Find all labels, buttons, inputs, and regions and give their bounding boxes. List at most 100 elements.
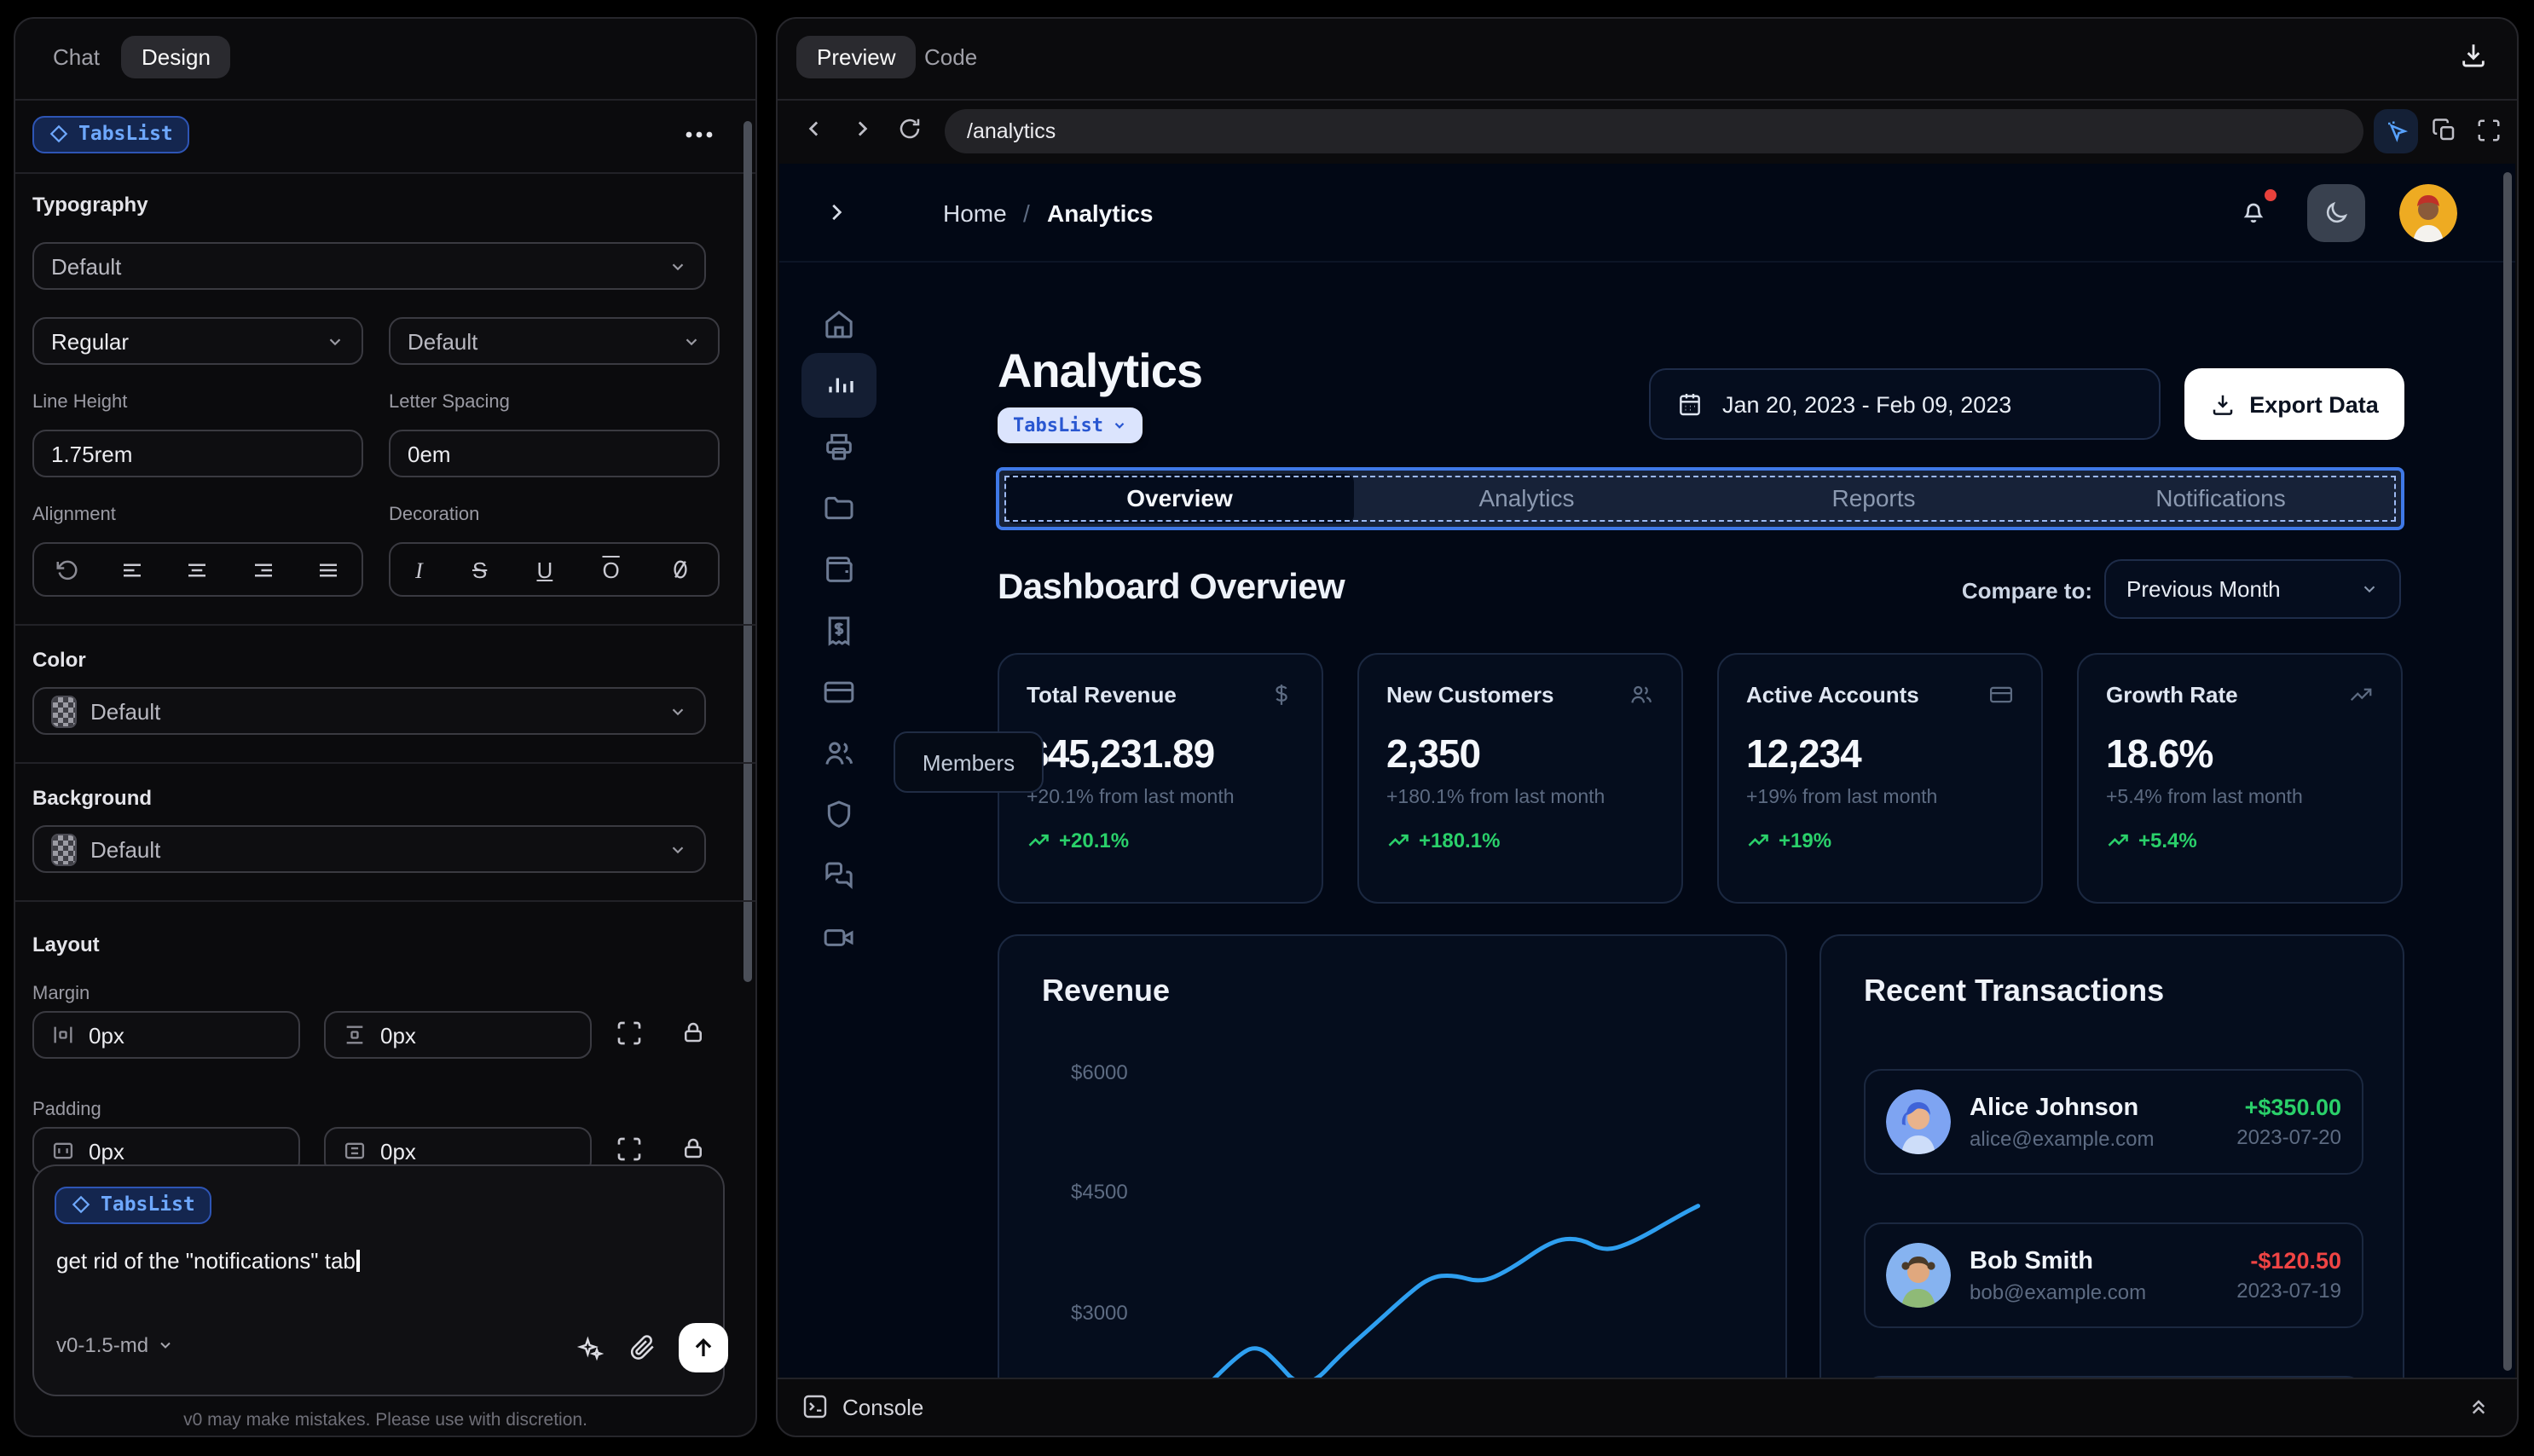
sidebar-item-video[interactable] bbox=[822, 921, 856, 955]
trending-up-icon bbox=[1388, 834, 1409, 846]
user-avatar[interactable] bbox=[2399, 184, 2457, 242]
margin-lock-button[interactable] bbox=[680, 1020, 706, 1045]
selected-component-pill[interactable]: TabsList bbox=[998, 407, 1143, 443]
align-left-button[interactable] bbox=[119, 557, 145, 582]
preview-panel: Preview Code /analytics Home / Analytics bbox=[776, 17, 2519, 1437]
align-right-button[interactable] bbox=[251, 557, 276, 582]
color-select[interactable]: Default bbox=[32, 687, 706, 735]
compare-select[interactable]: Previous Month bbox=[2104, 559, 2401, 619]
transaction-date: 2023-07-19 bbox=[2236, 1279, 2341, 1303]
trending-up-icon bbox=[1028, 834, 1049, 846]
overline-button[interactable]: O bbox=[602, 558, 619, 581]
chevrons-up-icon bbox=[2472, 1400, 2485, 1414]
align-center-button[interactable] bbox=[185, 557, 211, 582]
padding-lock-button[interactable] bbox=[680, 1135, 706, 1161]
tab-code[interactable]: Code bbox=[904, 36, 998, 78]
design-sidebar-header: Chat Design bbox=[15, 19, 755, 99]
sidebar-item-projects[interactable] bbox=[822, 491, 856, 525]
tab-chat[interactable]: Chat bbox=[32, 36, 120, 78]
notifications-bell-button[interactable] bbox=[2239, 198, 2268, 227]
sidebar-item-reports[interactable] bbox=[822, 430, 856, 464]
messages-icon bbox=[825, 862, 853, 890]
design-mode-cursor-button[interactable] bbox=[2374, 109, 2418, 153]
chevron-down-icon bbox=[2363, 586, 2375, 593]
font-size-select[interactable]: Default bbox=[389, 317, 720, 365]
model-select[interactable]: v0-1.5-md bbox=[56, 1333, 174, 1357]
tab-overview[interactable]: Overview bbox=[1006, 474, 1353, 523]
component-chip[interactable]: TabsList bbox=[32, 116, 190, 153]
composer-component-chip[interactable]: TabsList bbox=[55, 1187, 212, 1224]
transactions-title: Recent Transactions bbox=[1864, 974, 2165, 1008]
members-tooltip: Members bbox=[894, 731, 1044, 793]
page-title: Analytics bbox=[998, 344, 1203, 397]
bar-chart-icon bbox=[829, 378, 853, 393]
bell-icon bbox=[2243, 203, 2264, 223]
date-range-picker[interactable]: Jan 20, 2023 - Feb 09, 2023 bbox=[1649, 368, 2161, 440]
sidebar-scrollbar[interactable] bbox=[743, 121, 752, 982]
sidebar-item-cards[interactable] bbox=[822, 675, 856, 709]
margin-x-input[interactable]: 0px bbox=[32, 1011, 300, 1059]
font-weight-select[interactable]: Regular bbox=[32, 317, 363, 365]
sidebar-item-messages[interactable] bbox=[822, 859, 856, 893]
nav-back-button[interactable] bbox=[801, 116, 827, 142]
prompt-input[interactable]: get rid of the "notifications" tab bbox=[56, 1248, 360, 1274]
align-justify-button[interactable] bbox=[316, 557, 342, 582]
attach-file-button[interactable] bbox=[628, 1333, 657, 1362]
download-icon bbox=[2213, 394, 2233, 414]
margin-y-input[interactable]: 0px bbox=[324, 1011, 592, 1059]
font-family-select[interactable]: Default bbox=[32, 242, 706, 290]
url-input[interactable]: /analytics bbox=[945, 109, 2363, 153]
refresh-button[interactable] bbox=[897, 116, 923, 142]
disclaimer-text: v0 may make mistakes. Please use with di… bbox=[183, 1410, 587, 1430]
more-menu-button[interactable] bbox=[684, 123, 714, 147]
margin-expand-button[interactable] bbox=[616, 1020, 643, 1047]
padding-expand-button[interactable] bbox=[616, 1135, 643, 1163]
sidebar-item-invoices[interactable] bbox=[822, 614, 856, 648]
reset-alignment-button[interactable] bbox=[54, 557, 79, 582]
tab-notifications[interactable]: Notifications bbox=[2047, 474, 2394, 523]
sidebar-item-members[interactable] bbox=[822, 737, 856, 771]
transaction-name: Bob Smith bbox=[1970, 1247, 2093, 1274]
line-height-input[interactable]: 1.75rem bbox=[32, 430, 363, 477]
preview-scrollbar[interactable] bbox=[2503, 172, 2512, 1371]
tab-analytics[interactable]: Analytics bbox=[1353, 474, 1700, 523]
download-icon bbox=[2462, 44, 2485, 67]
users-icon bbox=[1631, 685, 1652, 703]
console-expand-button[interactable] bbox=[2466, 1393, 2491, 1418]
transaction-row[interactable]: Alice Johnson alice@example.com +$350.00… bbox=[1864, 1069, 2363, 1175]
transaction-row[interactable]: Bob Smith bob@example.com -$120.50 2023-… bbox=[1864, 1222, 2363, 1328]
console-bar[interactable]: Console bbox=[778, 1378, 2517, 1436]
sidebar-toggle-button[interactable] bbox=[824, 199, 849, 225]
underline-button[interactable]: U bbox=[537, 558, 553, 581]
letter-spacing-input[interactable]: 0em bbox=[389, 430, 720, 477]
chevron-down-icon bbox=[672, 708, 684, 715]
download-button[interactable] bbox=[2459, 41, 2488, 70]
nav-forward-button[interactable] bbox=[849, 116, 875, 142]
screen: Chat Design TabsList Typography Default … bbox=[0, 0, 2534, 1456]
tab-design[interactable]: Design bbox=[121, 36, 231, 78]
tab-preview[interactable]: Preview bbox=[796, 36, 917, 78]
sidebar-item-analytics[interactable] bbox=[822, 368, 856, 402]
sidebar-item-security[interactable] bbox=[822, 798, 856, 832]
theme-toggle-button[interactable] bbox=[2307, 184, 2365, 242]
export-data-button[interactable]: Export Data bbox=[2184, 368, 2404, 440]
send-button[interactable] bbox=[679, 1323, 728, 1372]
enhance-prompt-button[interactable] bbox=[576, 1335, 604, 1362]
sidebar-item-home[interactable] bbox=[822, 307, 856, 341]
sparkles-icon bbox=[576, 1336, 604, 1361]
tab-reports[interactable]: Reports bbox=[1700, 474, 2047, 523]
transaction-email: bob@example.com bbox=[1970, 1280, 2147, 1303]
italic-button[interactable]: I bbox=[415, 558, 423, 581]
no-decoration-icon[interactable] bbox=[669, 558, 693, 581]
color-section-label: Color bbox=[32, 648, 86, 672]
fullscreen-button[interactable] bbox=[2476, 118, 2502, 143]
chevron-down-icon bbox=[686, 338, 697, 345]
chevron-down-icon bbox=[672, 263, 684, 270]
sidebar-item-wallet[interactable] bbox=[822, 552, 856, 586]
alignment-group bbox=[32, 542, 363, 597]
breadcrumb-home[interactable]: Home bbox=[943, 199, 1007, 227]
copy-button[interactable] bbox=[2432, 118, 2457, 143]
chevron-down-icon bbox=[1114, 422, 1125, 429]
strikethrough-button[interactable]: S bbox=[472, 558, 487, 581]
background-select[interactable]: Default bbox=[32, 825, 706, 873]
